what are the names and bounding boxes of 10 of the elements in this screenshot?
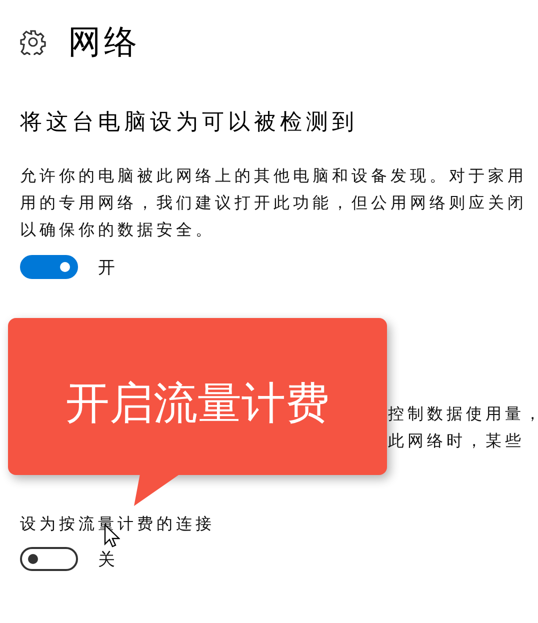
toggle-label: 开 <box>98 256 115 278</box>
callout-text: 开启流量计费 <box>66 377 330 431</box>
description-text: 控制数据使用量， 此网络时，某些 <box>388 403 538 452</box>
section-heading: 将这台电脑设为可以被检测到 <box>20 109 359 137</box>
settings-icon <box>20 29 46 55</box>
page-title: 网络 <box>68 20 140 62</box>
description-text: 允许你的电脑被此网络上的其他电脑和设备发现。对于家用 用的专用网络，我们建议打开此功能，但公用网络则应关闭 以确保你的数据安全。 <box>20 165 528 241</box>
toggle-switch[interactable] <box>20 255 78 279</box>
toggle-switch[interactable] <box>20 547 78 571</box>
toggle-label: 关 <box>98 548 115 570</box>
